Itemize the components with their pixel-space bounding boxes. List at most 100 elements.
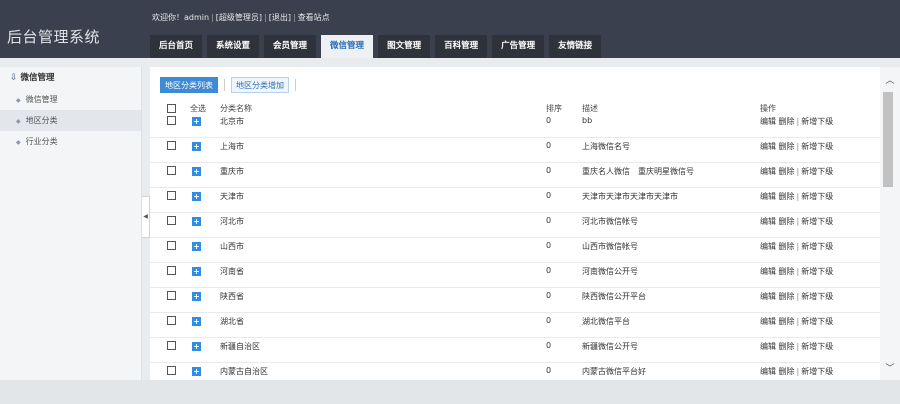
delete-link[interactable]: 删除 (779, 192, 795, 201)
delete-link[interactable]: 删除 (779, 292, 795, 301)
edit-link[interactable]: 编辑 (760, 142, 776, 151)
footer-bar (0, 380, 900, 404)
nav-tab-links[interactable]: 友情链接 (549, 35, 602, 58)
role-link[interactable]: [超级管理员] (216, 13, 262, 22)
add-child-link[interactable]: 新增下级 (801, 117, 833, 126)
expand-plus-icon[interactable]: + (192, 217, 201, 226)
add-child-link[interactable]: 新增下级 (801, 317, 833, 326)
cell-name: 湖北省 (220, 317, 244, 326)
cell-name: 山西市 (220, 242, 244, 251)
nav-tab-articles[interactable]: 图文管理 (378, 35, 431, 58)
sidebar-item-region[interactable]: ◆ 地区分类 (0, 110, 141, 131)
row-checkbox[interactable] (167, 166, 176, 175)
app-title: 后台管理系统 (7, 28, 101, 46)
view-site-link[interactable]: 查看站点 (298, 13, 330, 22)
add-child-link[interactable]: 新增下级 (801, 167, 833, 176)
add-child-link[interactable]: 新增下级 (801, 267, 833, 276)
add-child-link[interactable]: 新增下级 (801, 367, 833, 376)
toolbar: 地区分类列表 地区分类增加 (160, 77, 302, 93)
row-checkbox[interactable] (167, 191, 176, 200)
cell-sort: 0 (546, 266, 552, 275)
cell-sort: 0 (546, 366, 552, 375)
cell-desc: 重庆名人微信 重庆明星微信号 (582, 167, 694, 176)
expand-plus-icon[interactable]: + (192, 192, 201, 201)
delete-link[interactable]: 删除 (779, 142, 795, 151)
expand-plus-icon[interactable]: + (192, 167, 201, 176)
toolbar-divider (295, 79, 296, 91)
nav-tab-home[interactable]: 后台首页 (150, 35, 203, 58)
delete-link[interactable]: 删除 (779, 342, 795, 351)
cell-ops: 编辑 删除 | 新增下级 (760, 367, 834, 376)
sidebar-item-wechat[interactable]: ◆ 微信管理 (0, 89, 141, 110)
expand-plus-icon[interactable]: + (192, 367, 201, 376)
cell-name: 天津市 (220, 192, 244, 201)
table-row: + 陕西省 0 陕西微信公开平台 编辑 删除 | 新增下级 (150, 288, 880, 313)
sidebar-toggle[interactable]: ◀ (142, 196, 150, 238)
region-list-button[interactable]: 地区分类列表 (160, 77, 218, 93)
table-row: + 北京市 0 bb 编辑 删除 | 新增下级 (150, 113, 880, 138)
row-checkbox[interactable] (167, 291, 176, 300)
add-child-link[interactable]: 新增下级 (801, 217, 833, 226)
delete-link[interactable]: 删除 (779, 367, 795, 376)
scroll-down-icon[interactable]: ﹀ (880, 361, 900, 374)
edit-link[interactable]: 编辑 (760, 317, 776, 326)
expand-plus-icon[interactable]: + (192, 117, 201, 126)
collapse-arrow-icon: ⇩ (10, 73, 18, 83)
row-checkbox[interactable] (167, 241, 176, 250)
nav-tab-settings[interactable]: 系统设置 (207, 35, 260, 58)
row-checkbox[interactable] (167, 341, 176, 350)
add-child-link[interactable]: 新增下级 (801, 192, 833, 201)
scroll-thumb[interactable] (883, 92, 893, 187)
edit-link[interactable]: 编辑 (760, 117, 776, 126)
expand-plus-icon[interactable]: + (192, 267, 201, 276)
sidebar-item-industry[interactable]: ◆ 行业分类 (0, 131, 141, 152)
edit-link[interactable]: 编辑 (760, 292, 776, 301)
cell-sort: 0 (546, 191, 552, 200)
row-checkbox[interactable] (167, 316, 176, 325)
nav-tab-ads[interactable]: 广告管理 (492, 35, 545, 58)
add-child-link[interactable]: 新增下级 (801, 242, 833, 251)
delete-link[interactable]: 删除 (779, 317, 795, 326)
row-checkbox[interactable] (167, 366, 176, 375)
edit-link[interactable]: 编辑 (760, 192, 776, 201)
edit-link[interactable]: 编辑 (760, 367, 776, 376)
vertical-scrollbar[interactable]: ︿ ﹀ (880, 67, 900, 380)
delete-link[interactable]: 删除 (779, 217, 795, 226)
row-checkbox[interactable] (167, 141, 176, 150)
sidebar-item-label: 微信管理 (25, 95, 58, 104)
delete-link[interactable]: 删除 (779, 167, 795, 176)
scroll-up-icon[interactable]: ︿ (880, 73, 900, 86)
expand-plus-icon[interactable]: + (192, 142, 201, 151)
delete-link[interactable]: 删除 (779, 242, 795, 251)
expand-plus-icon[interactable]: + (192, 292, 201, 301)
cell-desc: 上海微信名号 (582, 142, 630, 151)
nav-tab-wechat[interactable]: 微信管理 (321, 35, 374, 58)
nav-tab-wiki[interactable]: 百科管理 (435, 35, 488, 58)
edit-link[interactable]: 编辑 (760, 342, 776, 351)
delete-link[interactable]: 删除 (779, 117, 795, 126)
edit-link[interactable]: 编辑 (760, 242, 776, 251)
row-checkbox[interactable] (167, 116, 176, 125)
row-checkbox[interactable] (167, 216, 176, 225)
table-row: + 山西市 0 山西市微信帐号 编辑 删除 | 新增下级 (150, 238, 880, 263)
nav-tab-members[interactable]: 会员管理 (264, 35, 317, 58)
logout-link[interactable]: [退出] (269, 13, 291, 22)
expand-plus-icon[interactable]: + (192, 342, 201, 351)
delete-link[interactable]: 删除 (779, 267, 795, 276)
row-checkbox[interactable] (167, 266, 176, 275)
edit-link[interactable]: 编辑 (760, 267, 776, 276)
add-child-link[interactable]: 新增下级 (801, 292, 833, 301)
cell-ops: 编辑 删除 | 新增下级 (760, 342, 834, 351)
sidebar-item-label: 行业分类 (25, 137, 58, 146)
cell-name: 上海市 (220, 142, 244, 151)
edit-link[interactable]: 编辑 (760, 217, 776, 226)
add-child-link[interactable]: 新增下级 (801, 342, 833, 351)
edit-link[interactable]: 编辑 (760, 167, 776, 176)
cell-ops: 编辑 删除 | 新增下级 (760, 167, 834, 176)
expand-plus-icon[interactable]: + (192, 242, 201, 251)
cell-ops: 编辑 删除 | 新增下级 (760, 242, 834, 251)
add-child-link[interactable]: 新增下级 (801, 142, 833, 151)
region-add-button[interactable]: 地区分类增加 (231, 77, 289, 93)
select-all-checkbox[interactable] (167, 104, 176, 113)
expand-plus-icon[interactable]: + (192, 317, 201, 326)
